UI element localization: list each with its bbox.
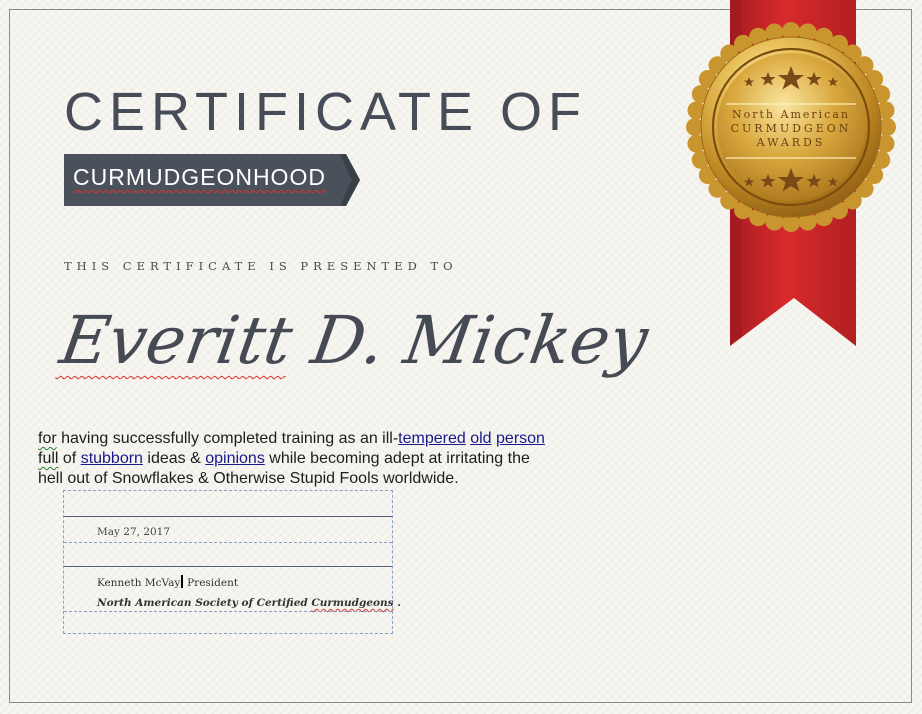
org-prefix: North American Society of Certified <box>97 597 312 609</box>
text-cursor <box>181 575 183 588</box>
body-text-3: ideas & <box>142 450 206 467</box>
title-banner: CURMUDGEONHOOD <box>64 154 360 206</box>
org-suffix: . <box>393 597 401 609</box>
presented-to-label: THIS CERTIFICATE IS PRESENTED TO <box>64 259 458 273</box>
body-word-person: person <box>496 430 545 447</box>
banner-label[interactable]: CURMUDGEONHOOD <box>73 163 326 191</box>
date-row[interactable]: May 27, 2017 <box>64 517 392 543</box>
signer-title: President <box>183 577 239 589</box>
signature-table-row-3[interactable] <box>64 543 392 567</box>
body-text-1: having successfully completed training a… <box>56 430 399 447</box>
recipient-name[interactable]: Everitt D. Mickey <box>54 298 653 384</box>
organization-name: North American Society of Certified Curm… <box>97 597 401 609</box>
signature-table-row-1[interactable] <box>64 491 392 517</box>
body-word-opinions: opinions <box>205 450 265 467</box>
seal-line-1: North American <box>732 108 850 121</box>
recipient-first-name: Everitt <box>55 302 298 379</box>
seal-line-2: CURMUDGEON <box>731 122 852 135</box>
body-word-old: old <box>470 430 492 447</box>
certificate-page: North American CURMUDGEON AWARDS CERTIFI… <box>0 0 922 714</box>
signature-table-divider <box>64 611 392 612</box>
recipient-last-name: D. Mickey <box>285 302 654 379</box>
body-word-tempered: tempered <box>398 430 466 447</box>
body-word-stubborn: stubborn <box>80 450 143 467</box>
body-text-2: of <box>58 450 81 467</box>
signer-name: Kenneth McVay <box>97 577 181 589</box>
signature-table: May 27, 2017 Kenneth McVay President Nor… <box>63 490 401 634</box>
body-text-4: while becoming adept at irritating the <box>264 450 530 467</box>
certificate-body[interactable]: for having successfully completed traini… <box>38 429 598 489</box>
body-word-full: full <box>38 450 59 467</box>
seal-line-3: AWARDS <box>756 136 826 149</box>
certificate-date: May 27, 2017 <box>97 526 171 538</box>
certificate-title: CERTIFICATE OF <box>64 82 588 142</box>
signer-line: Kenneth McVay President <box>97 575 238 589</box>
body-word-for: for <box>38 430 57 447</box>
org-word: Curmudgeons <box>311 597 394 609</box>
signer-row[interactable]: Kenneth McVay President North American S… <box>64 567 401 633</box>
gold-seal-badge: North American CURMUDGEON AWARDS <box>686 22 896 232</box>
body-text-5: hell out of Snowflakes & Otherwise Stupi… <box>38 470 459 487</box>
